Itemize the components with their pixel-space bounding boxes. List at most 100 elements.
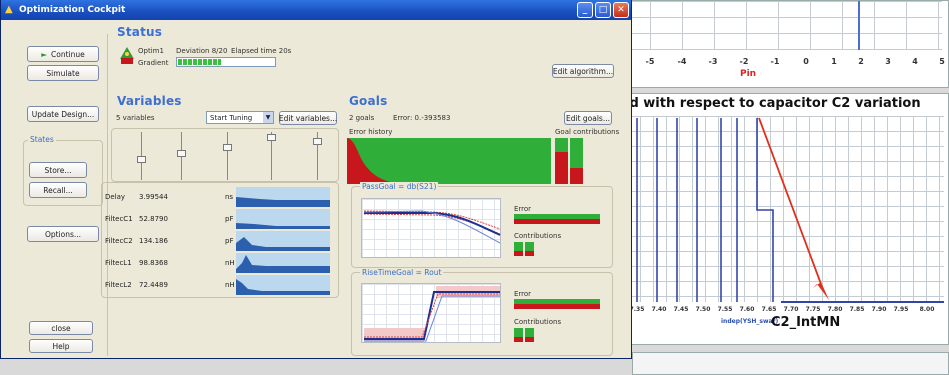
options-button[interactable]: Options... [27, 226, 99, 242]
goal1-contribution-bars-red [514, 251, 534, 256]
mid-tick: 7.80 [827, 306, 843, 313]
mid-tick: 7.45 [673, 306, 689, 313]
background-plot-middle: ld with respect to capacitor C2 variatio… [620, 93, 949, 345]
variable-slider[interactable] [267, 132, 276, 180]
goal1-error-label: Error [514, 205, 532, 213]
gradient-label: Gradient [138, 59, 169, 67]
variable-history-sparkline [236, 253, 330, 273]
variable-row[interactable]: FiltecC2 134.186 pF [105, 230, 331, 252]
variable-unit: nH [225, 281, 235, 289]
title-bar[interactable]: ▲ Optimization Cockpit _ □ ✕ [1, 0, 631, 20]
gradient-progress-fill [178, 59, 221, 65]
error-history-chart [347, 138, 551, 184]
top-tick: 5 [939, 57, 945, 66]
mid-tick: 7.65 [761, 306, 777, 313]
variable-slider[interactable] [313, 132, 322, 180]
variable-name: FiltecC1 [105, 215, 133, 223]
deviation-text: Deviation 8/20 [176, 47, 228, 55]
slider-thumb[interactable] [177, 150, 186, 157]
optim-label: Optim1 [138, 47, 164, 55]
edit-algorithm-button[interactable]: Edit algorithm... [552, 64, 614, 78]
goal-contributions-label: Goal contributions [555, 128, 620, 136]
goal2-error-bar-red [514, 304, 600, 309]
top-tick: 1 [831, 57, 837, 66]
variable-row[interactable]: FiltecL1 98.8368 nH [105, 252, 331, 274]
variable-unit: pF [225, 237, 234, 245]
variable-row[interactable]: FiltecC1 52.8790 pF [105, 208, 331, 230]
update-design-button[interactable]: Update Design... [27, 106, 99, 122]
slider-thumb[interactable] [313, 138, 322, 145]
top-tick: -1 [770, 57, 780, 66]
elapsed-time-text: Elapsed time 20s [231, 47, 292, 55]
goal2-plot [361, 283, 501, 343]
variable-unit: ns [225, 193, 234, 201]
goal2-contribution-bars-red [514, 337, 534, 342]
variable-name: FiltecL1 [105, 259, 132, 267]
close-window-button[interactable]: ✕ [613, 2, 629, 18]
goals-count: 2 goals [349, 114, 375, 122]
variable-name: FiltecC2 [105, 237, 133, 245]
mid-tick: 7.40 [651, 306, 667, 313]
top-tick: 4 [912, 57, 918, 66]
goal1-error-bar-red [514, 219, 600, 224]
maximize-button[interactable]: □ [595, 2, 611, 18]
recall-button[interactable]: Recall... [29, 182, 87, 198]
variable-slider[interactable] [177, 132, 186, 180]
close-button[interactable]: close [29, 321, 93, 335]
top-tick: -3 [708, 57, 718, 66]
tuning-select[interactable]: Start Tuning ▼ [206, 111, 274, 124]
states-title: States [28, 135, 56, 144]
optimizer-icon [119, 45, 135, 67]
variables-count: 5 variables [116, 114, 155, 122]
variable-name: Delay [105, 193, 126, 201]
mid-plot-xlabel-small: indep(YSH_swar) [721, 318, 779, 325]
mid-tick: 7.75 [805, 306, 821, 313]
variable-slider[interactable] [223, 132, 232, 180]
minimize-button[interactable]: _ [577, 2, 593, 18]
app-icon: ▲ [5, 4, 13, 15]
mid-plot-traces [636, 117, 944, 303]
goal1-contributions-label: Contributions [514, 232, 562, 240]
chevron-down-icon: ▼ [263, 112, 273, 123]
variable-row[interactable]: FiltecL2 72.4489 nH [105, 274, 331, 296]
slider-thumb[interactable] [267, 134, 276, 141]
store-button[interactable]: Store... [29, 162, 87, 178]
variable-unit: pF [225, 215, 234, 223]
goals-title: Goals [349, 94, 388, 108]
variable-slider[interactable] [137, 132, 146, 180]
mid-tick: 7.95 [893, 306, 909, 313]
goal2-contributions-label: Contributions [514, 318, 562, 326]
edit-goals-button[interactable]: Edit goals... [564, 111, 612, 125]
top-tick: -5 [645, 57, 655, 66]
mid-tick: 7.90 [871, 306, 887, 313]
window-controls: _ □ ✕ [577, 2, 629, 18]
slider-thumb[interactable] [137, 156, 146, 163]
optimization-cockpit-window: ▲ Optimization Cockpit _ □ ✕ ► Continue … [0, 0, 632, 359]
variable-value: 134.186 [139, 237, 168, 245]
variable-history-sparkline [236, 275, 330, 295]
continue-button[interactable]: ► Continue [27, 46, 99, 62]
simulate-button[interactable]: Simulate [27, 65, 99, 81]
variable-value: 3.99544 [139, 193, 168, 201]
error-history-label: Error history [349, 128, 393, 136]
variable-value: 52.8790 [139, 215, 168, 223]
goal1-title: PassGoal = db(S21) [360, 182, 439, 191]
goal-contributions-chart [555, 138, 583, 184]
top-tick: 2 [858, 57, 864, 66]
mid-tick: 7.60 [739, 306, 755, 313]
variables-title: Variables [117, 94, 182, 108]
status-title: Status [117, 25, 163, 39]
variable-value: 98.8368 [139, 259, 168, 267]
top-tick: 0 [803, 57, 809, 66]
help-button[interactable]: Help [29, 339, 93, 353]
top-plot-xlabel: Pin [740, 69, 757, 79]
goals-error: Error: 0.-393583 [393, 114, 451, 122]
variable-row[interactable]: Delay 3.99544 ns [105, 186, 331, 208]
variable-unit: nH [225, 259, 235, 267]
top-tick: -2 [739, 57, 749, 66]
edit-variables-button[interactable]: Edit variables... [279, 111, 337, 125]
slider-thumb[interactable] [223, 144, 232, 151]
play-icon: ► [41, 49, 48, 59]
variable-value: 72.4489 [139, 281, 168, 289]
gradient-progress-bar [176, 57, 276, 67]
